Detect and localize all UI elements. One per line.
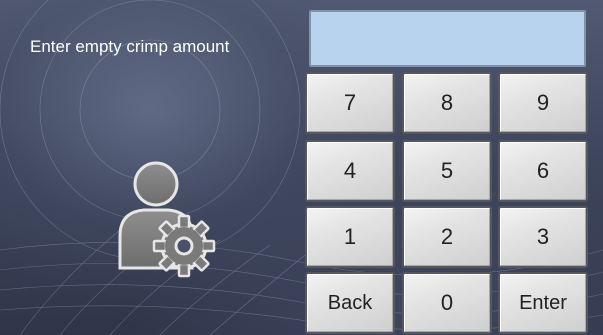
key-3[interactable]: 3 — [498, 206, 588, 268]
back-button[interactable]: Back — [305, 272, 395, 334]
numeric-keypad: 7 8 9 4 5 6 1 2 3 Back 0 Enter — [305, 70, 597, 335]
key-4[interactable]: 4 — [305, 140, 395, 202]
user-settings-icon — [118, 161, 216, 278]
prompt-label: Enter empty crimp amount — [30, 37, 230, 56]
key-5[interactable]: 5 — [402, 140, 492, 202]
key-2[interactable]: 2 — [402, 206, 492, 268]
key-0[interactable]: 0 — [402, 272, 492, 334]
key-6[interactable]: 6 — [498, 140, 588, 202]
key-9[interactable]: 9 — [498, 72, 588, 134]
key-1[interactable]: 1 — [305, 206, 395, 268]
enter-button[interactable]: Enter — [498, 272, 588, 334]
numeric-input-display[interactable] — [309, 10, 586, 67]
key-7[interactable]: 7 — [305, 72, 395, 134]
key-8[interactable]: 8 — [402, 72, 492, 134]
